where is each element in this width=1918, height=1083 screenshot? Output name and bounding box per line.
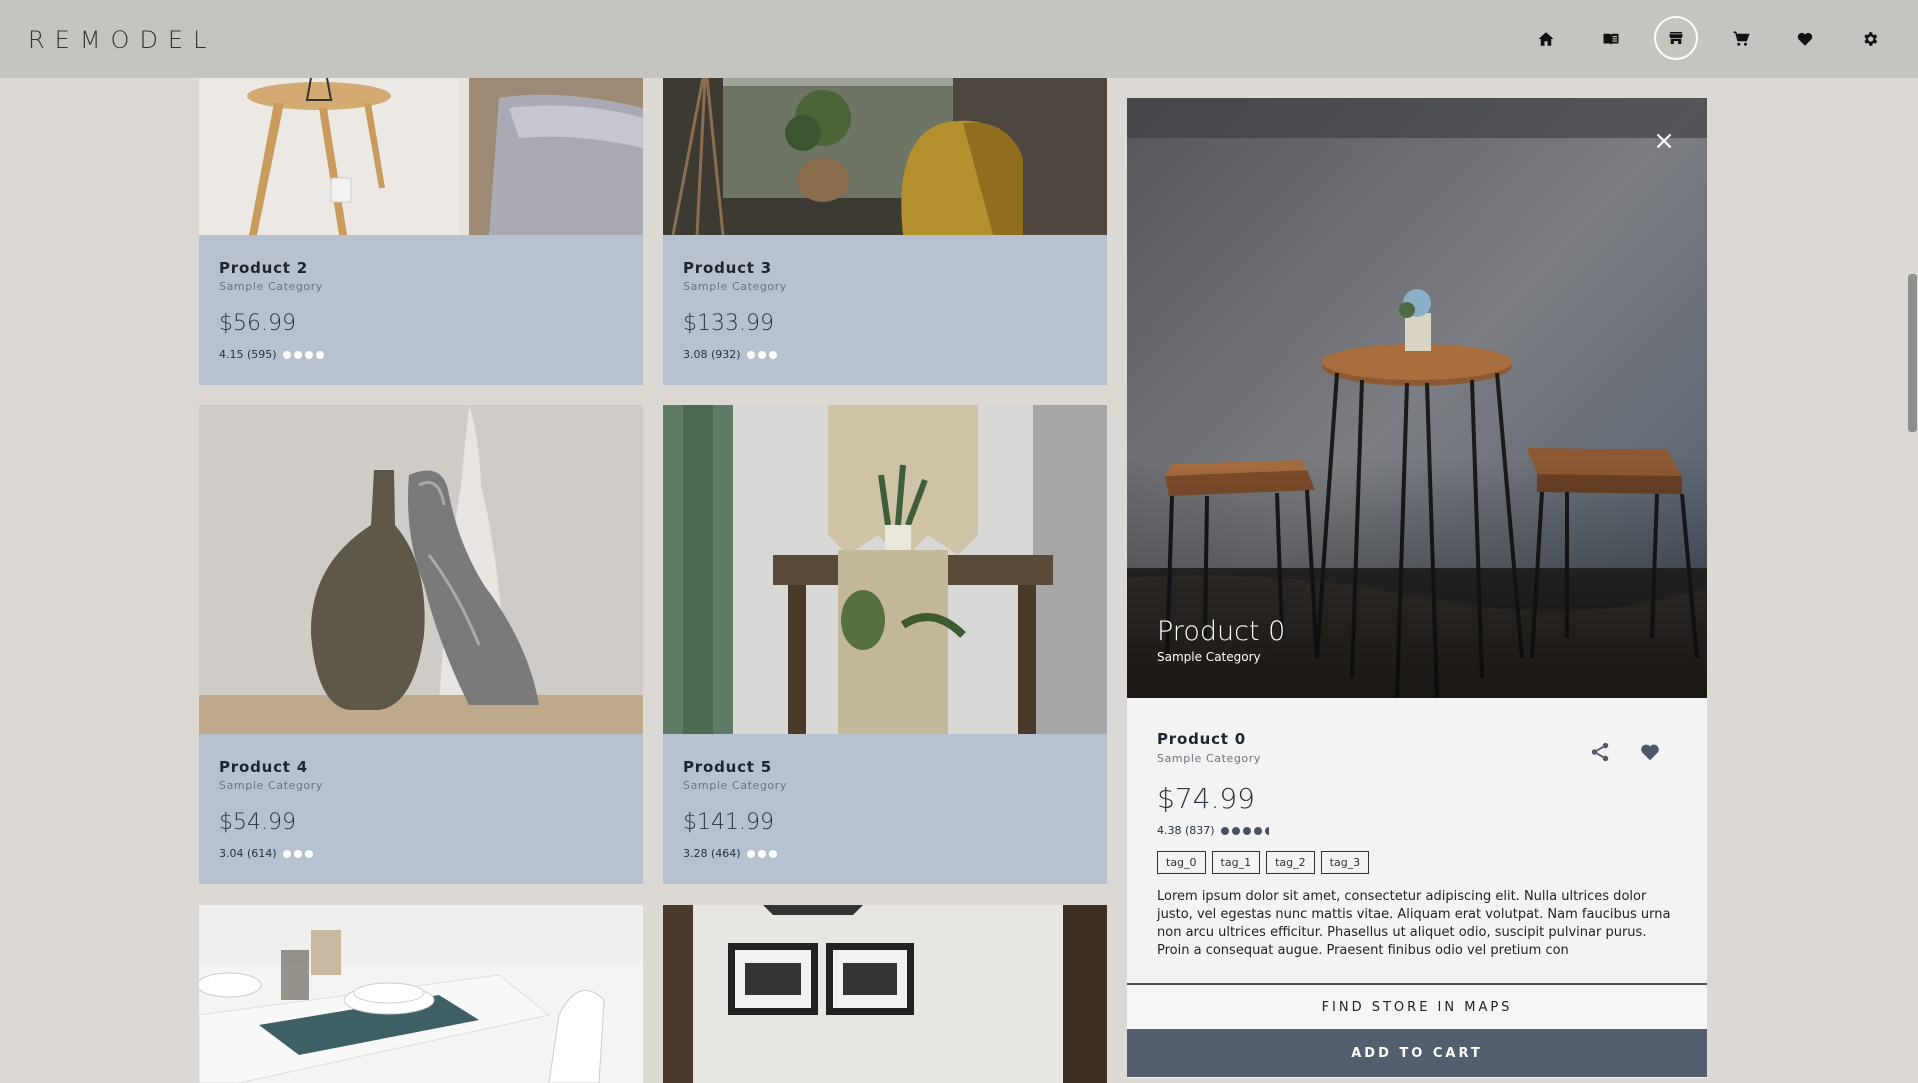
product-rating: 3.04 (614) — [219, 847, 623, 860]
product-card[interactable] — [199, 905, 643, 1083]
rating-dot — [293, 849, 302, 858]
product-image — [199, 905, 643, 1083]
rating-dot — [1242, 826, 1251, 835]
rating-text: 3.04 (614) — [219, 847, 277, 860]
product-hero-image: × Product 0 Sample Category — [1127, 98, 1707, 698]
rating-dots — [282, 350, 324, 359]
product-rating: 4.15 (595) — [219, 348, 623, 361]
rating-text: 3.28 (464) — [683, 847, 741, 860]
product-image — [663, 78, 1107, 235]
rating-dot — [293, 350, 302, 359]
rating-text: 4.15 (595) — [219, 348, 277, 361]
product-image — [199, 78, 643, 235]
rating-text: 3.08 (932) — [683, 348, 741, 361]
rating-dot — [282, 849, 291, 858]
hero-product-category: Sample Category — [1157, 650, 1261, 664]
brand-logo[interactable]: REMODEL — [28, 26, 216, 54]
find-store-button[interactable]: FIND STORE IN MAPS — [1127, 983, 1707, 1029]
product-name: Product 2 — [219, 259, 309, 277]
rating-dots — [1220, 826, 1269, 835]
product-price: $141.99 — [683, 810, 774, 835]
product-category: Sample Category — [683, 280, 787, 293]
product-image — [663, 905, 1107, 1083]
book-icon[interactable] — [1593, 21, 1629, 57]
rating-dot — [746, 849, 755, 858]
product-category: Sample Category — [219, 280, 323, 293]
rating-dot — [1220, 826, 1229, 835]
rating-dot — [315, 350, 324, 359]
product-price: $56.99 — [219, 311, 296, 336]
rating-dot — [282, 350, 291, 359]
scrollbar-track[interactable] — [1907, 78, 1918, 1083]
detail-product-category: Sample Category — [1157, 752, 1261, 765]
product-card[interactable]: Product 5 Sample Category $141.99 3.28 (… — [663, 405, 1107, 884]
product-category: Sample Category — [683, 779, 787, 792]
product-rating: 3.08 (932) — [683, 348, 1087, 361]
detail-product-rating: 4.38 (837) — [1157, 824, 1269, 837]
rating-dot — [1231, 826, 1240, 835]
product-name: Product 4 — [219, 758, 309, 776]
product-name: Product 3 — [683, 259, 773, 277]
product-image — [199, 405, 643, 734]
top-bar: REMODEL — [0, 0, 1918, 78]
product-card[interactable] — [663, 905, 1107, 1083]
product-category: Sample Category — [219, 779, 323, 792]
tag-chip[interactable]: tag_1 — [1211, 851, 1261, 874]
rating-dot-partial — [1264, 826, 1269, 835]
rating-dots — [746, 350, 777, 359]
store-icon[interactable] — [1654, 16, 1698, 60]
heart-icon[interactable] — [1787, 21, 1823, 57]
product-rating: 3.28 (464) — [683, 847, 1087, 860]
product-name: Product 5 — [683, 758, 773, 776]
home-icon[interactable] — [1528, 21, 1564, 57]
hero-product-title: Product 0 — [1157, 616, 1286, 647]
tag-chip[interactable]: tag_0 — [1157, 851, 1206, 874]
rating-dot — [768, 849, 777, 858]
rating-dots — [282, 849, 313, 858]
tag-list: tag_0 tag_1 tag_2 tag_3 — [1157, 851, 1370, 874]
scrollbar-thumb[interactable] — [1908, 274, 1917, 432]
rating-dot — [746, 350, 755, 359]
rating-dots — [746, 849, 777, 858]
detail-product-price: $74.99 — [1157, 782, 1255, 815]
close-icon[interactable]: × — [1651, 128, 1677, 154]
gear-icon[interactable] — [1852, 21, 1888, 57]
product-price: $54.99 — [219, 810, 296, 835]
rating-dot — [304, 849, 313, 858]
product-card[interactable]: Product 2 Sample Category $56.99 4.15 (5… — [199, 78, 643, 385]
tag-chip[interactable]: tag_2 — [1266, 851, 1315, 874]
product-info: Product 2 Sample Category $56.99 4.15 (5… — [199, 235, 643, 385]
product-detail-panel: × Product 0 Sample Category Product 0 Sa… — [1127, 98, 1707, 1078]
product-info: Product 4 Sample Category $54.99 3.04 (6… — [199, 734, 643, 884]
rating-dot — [757, 849, 766, 858]
rating-dot — [1253, 826, 1262, 835]
rating-dot — [757, 350, 766, 359]
product-info: Product 5 Sample Category $141.99 3.28 (… — [663, 734, 1107, 884]
add-to-cart-button[interactable]: ADD TO CART — [1127, 1029, 1707, 1077]
product-info: Product 3 Sample Category $133.99 3.08 (… — [663, 235, 1107, 385]
favorite-heart-icon[interactable] — [1639, 741, 1663, 765]
rating-text: 4.38 (837) — [1157, 824, 1215, 837]
product-card[interactable]: Product 3 Sample Category $133.99 3.08 (… — [663, 78, 1107, 385]
rating-dot — [768, 350, 777, 359]
product-price: $133.99 — [683, 311, 774, 336]
product-image — [663, 405, 1107, 734]
tag-chip[interactable]: tag_3 — [1320, 851, 1370, 874]
product-description: Lorem ipsum dolor sit amet, consectetur … — [1157, 889, 1671, 958]
share-icon[interactable] — [1589, 741, 1613, 765]
detail-product-name: Product 0 — [1157, 730, 1247, 748]
cart-icon[interactable] — [1723, 21, 1759, 57]
rating-dot — [304, 350, 313, 359]
product-card[interactable]: Product 4 Sample Category $54.99 3.04 (6… — [199, 405, 643, 884]
